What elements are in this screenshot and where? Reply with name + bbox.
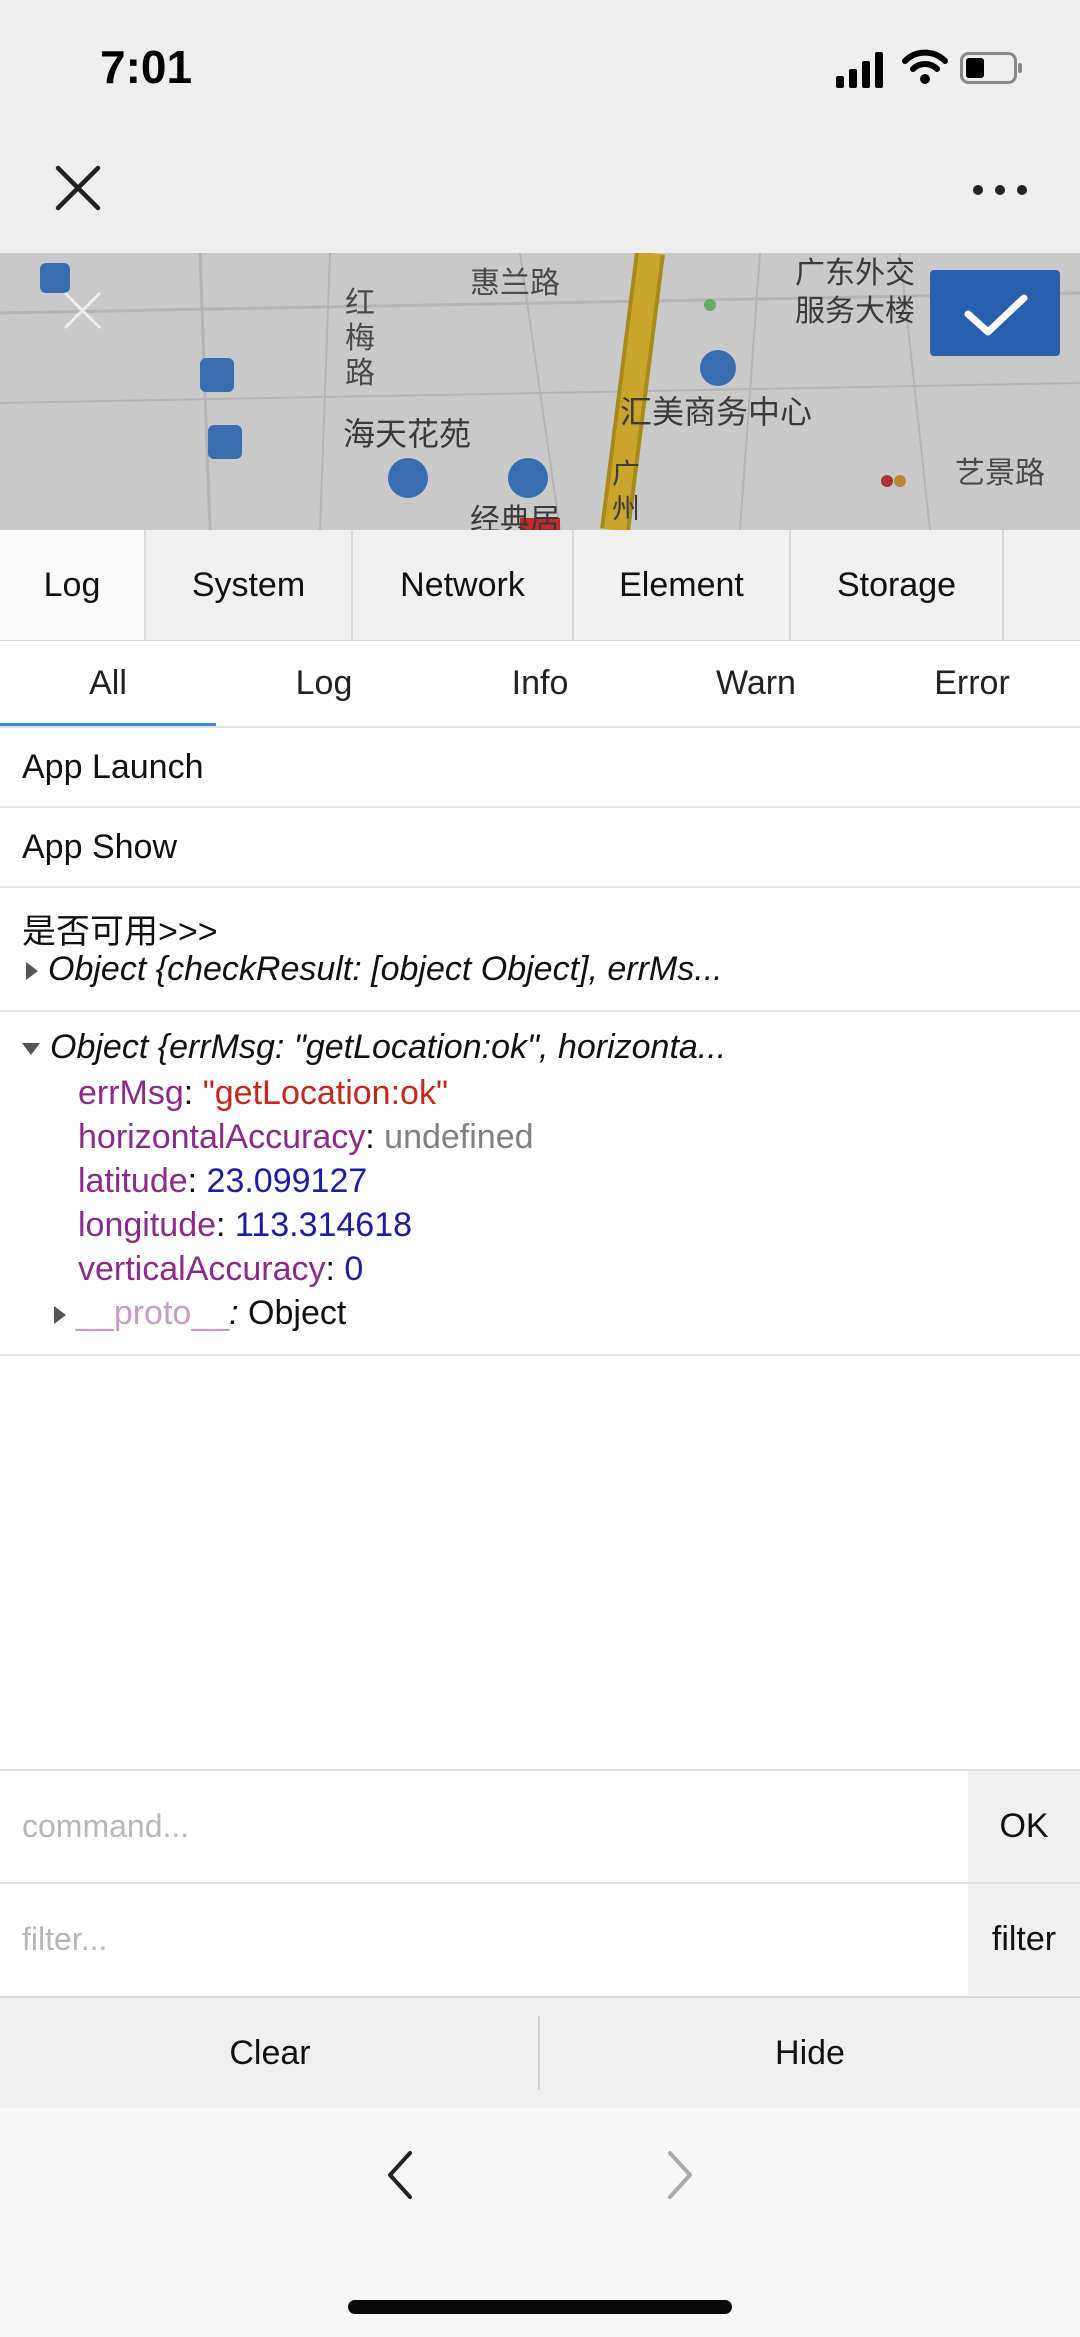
log-filter-tabs: All Log Info Warn Error (0, 641, 1080, 728)
command-input[interactable] (0, 1771, 968, 1882)
command-ok-button[interactable]: OK (968, 1771, 1080, 1882)
prop-value: Object (248, 1294, 347, 1332)
prop-key: latitude (78, 1162, 188, 1200)
log-item: 是否可用>>> Object {checkResult: [object Obj… (0, 888, 1080, 1012)
log-text: App Launch (22, 748, 204, 786)
prop-longitude: longitude: 113.314618 (78, 1206, 413, 1244)
prop-horizontal-accuracy: horizontalAccuracy: undefined (78, 1118, 534, 1156)
svg-text:州: 州 (612, 492, 640, 525)
svg-text:红: 红 (345, 286, 375, 321)
hide-button[interactable]: Hide (540, 1998, 1080, 2108)
log-object-expanded[interactable]: Object {errMsg: "getLocation:ok", horizo… (22, 1028, 726, 1067)
log-item: App Show (0, 808, 1080, 888)
prop-key: verticalAccuracy (78, 1250, 326, 1288)
log-list[interactable]: App Launch App Show 是否可用>>> Object {chec… (0, 728, 1080, 1769)
filter-button[interactable]: filter (968, 1884, 1080, 1995)
svg-text:汇美商务中心: 汇美商务中心 (620, 393, 812, 431)
collapse-arrow-icon[interactable] (22, 1043, 40, 1056)
svg-text:梅: 梅 (345, 321, 375, 356)
subtab-info[interactable]: Info (432, 641, 648, 726)
tab-system[interactable]: System (146, 530, 353, 640)
console-action-bar: Clear Hide (0, 1996, 1080, 2110)
check-icon (964, 294, 1028, 336)
more-icon[interactable] (970, 170, 1030, 210)
battery-icon (960, 52, 1024, 84)
close-icon[interactable] (50, 160, 106, 216)
chevron-left-icon[interactable] (380, 2145, 420, 2205)
console-tab-bar: Log System Network Element Storage (0, 530, 1080, 641)
svg-text:经典居: 经典居 (470, 503, 560, 530)
cellular-signal-icon (836, 50, 886, 88)
prop-key: errMsg (78, 1074, 184, 1112)
prop-key: __proto__ (76, 1294, 230, 1332)
log-object-summary: Object {checkResult: [object Object], er… (48, 950, 723, 988)
prop-key: horizontalAccuracy (78, 1118, 366, 1156)
command-row: OK (0, 1769, 1080, 1884)
svg-text:海天花苑: 海天花苑 (343, 415, 471, 453)
svg-text:广东外交: 广东外交 (795, 256, 915, 291)
expand-arrow-icon[interactable] (54, 1306, 66, 1325)
svg-text:服务大楼: 服务大楼 (795, 294, 915, 329)
log-item: Object {errMsg: "getLocation:ok", horizo… (0, 1012, 1080, 1356)
svg-text:惠兰路: 惠兰路 (470, 266, 560, 301)
prop-value: 113.314618 (234, 1206, 413, 1244)
tab-log[interactable]: Log (0, 530, 146, 640)
log-item: App Launch (0, 728, 1080, 808)
chevron-right-icon[interactable] (660, 2145, 700, 2205)
subtab-warn[interactable]: Warn (648, 641, 864, 726)
clear-button[interactable]: Clear (0, 1998, 540, 2108)
log-object-summary: Object {errMsg: "getLocation:ok", horizo… (50, 1028, 727, 1066)
subtab-log[interactable]: Log (216, 641, 432, 726)
prop-proto[interactable]: __proto__: Object (54, 1294, 346, 1333)
svg-text:路: 路 (345, 356, 375, 391)
map-view[interactable]: 惠兰路 红 梅 路 海天花苑 广东外交 服务大楼 汇美商务中心 艺景路 广 州 … (0, 253, 1080, 530)
prop-value: undefined (384, 1118, 534, 1156)
tab-network[interactable]: Network (353, 530, 574, 640)
svg-text:广: 广 (612, 457, 640, 490)
prop-value: "getLocation:ok" (202, 1074, 449, 1112)
home-indicator[interactable] (348, 2300, 732, 2314)
tab-element[interactable]: Element (574, 530, 791, 640)
prop-key: longitude (78, 1206, 217, 1244)
svg-text:艺景路: 艺景路 (955, 456, 1045, 491)
nav-bar (0, 135, 1080, 253)
status-time: 7:01 (100, 41, 193, 93)
expand-arrow-icon[interactable] (26, 962, 38, 981)
prop-latitude: latitude: 23.099127 (78, 1162, 368, 1200)
tab-storage[interactable]: Storage (791, 530, 1004, 640)
filter-row: filter (0, 1882, 1080, 1997)
log-object-collapsed[interactable]: Object {checkResult: [object Object], er… (26, 950, 723, 989)
prop-value: 23.099127 (206, 1162, 368, 1200)
wifi-icon (902, 48, 948, 86)
prop-vertical-accuracy: verticalAccuracy: 0 (78, 1250, 364, 1288)
map-confirm-button[interactable] (930, 270, 1060, 356)
subtab-error[interactable]: Error (864, 641, 1080, 726)
prop-value: 0 (344, 1250, 364, 1288)
log-text: App Show (22, 828, 177, 866)
prop-errmsg: errMsg: "getLocation:ok" (78, 1074, 449, 1112)
filter-input[interactable] (0, 1884, 968, 1995)
subtab-all[interactable]: All (0, 641, 216, 726)
log-text: 是否可用>>> (22, 913, 218, 951)
